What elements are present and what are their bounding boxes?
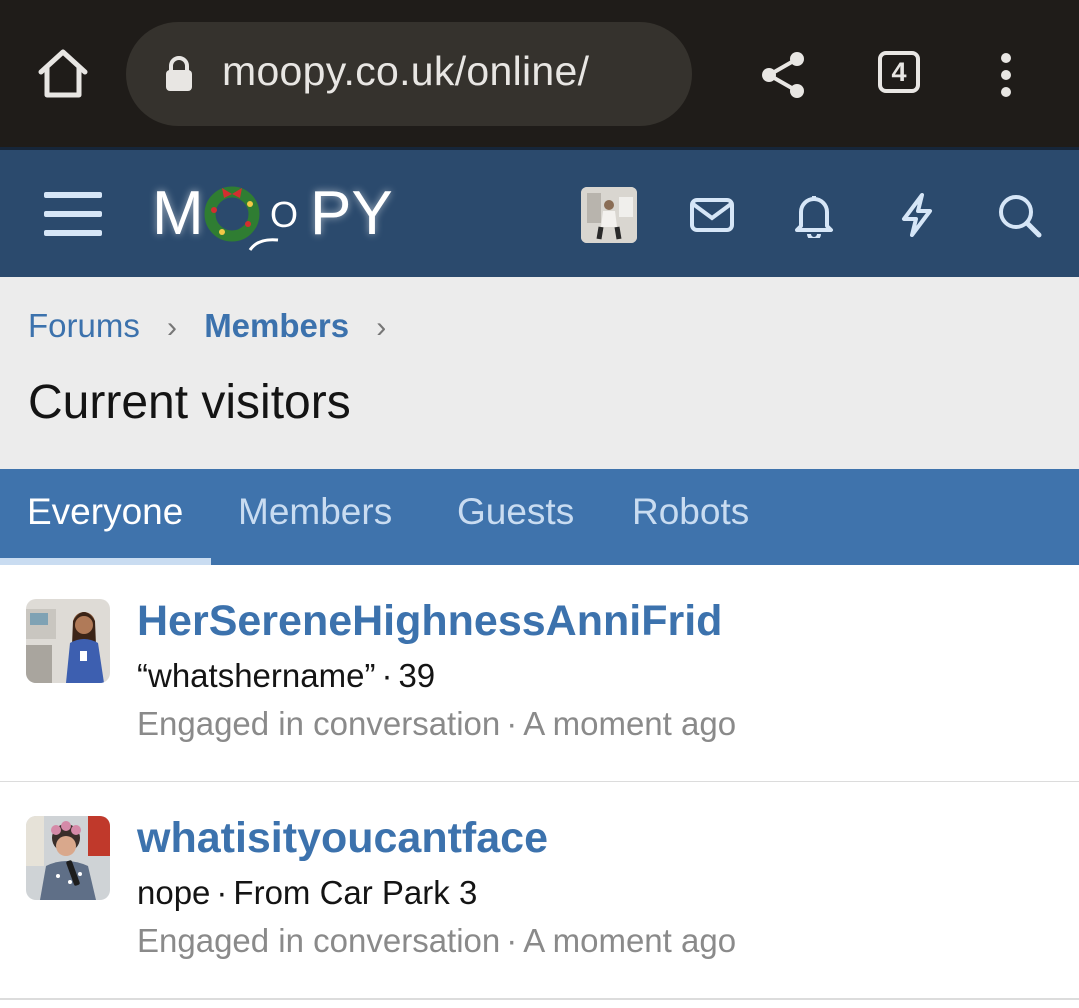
user-avatar[interactable] xyxy=(581,187,637,243)
menu-icon[interactable] xyxy=(44,190,102,238)
user-info: nope · From Car Park 3 xyxy=(137,874,478,911)
avatar-image xyxy=(26,816,110,900)
tab-switcher-button[interactable]: 4 xyxy=(878,51,920,93)
list-item: whatisityoucantface nope · From Car Park 3… xyxy=(0,782,1079,1000)
tab-guests[interactable]: Guests xyxy=(457,491,574,533)
tab-everyone[interactable]: Everyone xyxy=(27,491,183,533)
activity-time: A moment ago xyxy=(523,922,737,959)
chevron-right-icon: › xyxy=(167,311,178,344)
tab-robots[interactable]: Robots xyxy=(632,491,749,533)
browser-toolbar: moopy.co.uk/online/ 4 xyxy=(0,0,1079,147)
filter-tabs: Everyone Members Guests Robots xyxy=(0,469,1079,565)
logo-swoosh xyxy=(248,238,279,251)
user-title: nope xyxy=(137,874,211,911)
page-title: Current visitors xyxy=(28,376,351,429)
avatar-image xyxy=(26,599,110,683)
inbox-icon[interactable] xyxy=(689,192,735,238)
home-icon[interactable] xyxy=(36,48,90,100)
site-logo[interactable]: M O PY xyxy=(152,178,393,251)
lightning-icon[interactable] xyxy=(894,192,940,238)
username-link[interactable]: HerSereneHighnessAnniFrid xyxy=(137,597,722,646)
search-icon[interactable] xyxy=(996,192,1042,238)
user-extra: 39 xyxy=(398,657,436,694)
page-header: Forums › Members › Current visitors xyxy=(0,277,1079,469)
active-tab-indicator xyxy=(0,558,211,565)
avatar[interactable] xyxy=(26,816,110,900)
url-text: moopy.co.uk/online/ xyxy=(222,48,590,94)
activity-text: Engaged in conversation xyxy=(137,922,501,959)
lock-icon xyxy=(166,56,192,91)
activity-text: Engaged in conversation xyxy=(137,705,501,742)
breadcrumb: Forums › Members › xyxy=(28,307,404,345)
tab-members[interactable]: Members xyxy=(238,491,392,533)
avatar[interactable] xyxy=(26,599,110,683)
activity-time: A moment ago xyxy=(523,705,737,742)
chevron-right-icon: › xyxy=(376,311,387,344)
user-extra: From Car Park 3 xyxy=(233,874,478,911)
breadcrumb-members[interactable]: Members xyxy=(204,307,349,344)
bell-icon[interactable] xyxy=(791,192,837,238)
site-header: M O PY xyxy=(0,147,1079,277)
wreath-icon xyxy=(204,186,260,242)
address-bar[interactable]: moopy.co.uk/online/ xyxy=(126,22,692,126)
user-info: “whatshername” · 39 xyxy=(137,657,436,694)
breadcrumb-forums[interactable]: Forums xyxy=(28,307,140,344)
list-item: HerSereneHighnessAnniFrid “whatshername”… xyxy=(0,565,1079,783)
share-icon[interactable] xyxy=(760,50,806,100)
avatar-image xyxy=(581,187,637,243)
username-link[interactable]: whatisityoucantface xyxy=(137,814,548,863)
activity-status: Engaged in conversation · A moment ago xyxy=(137,922,737,959)
user-title: “whatshername” xyxy=(137,657,376,694)
activity-status: Engaged in conversation · A moment ago xyxy=(137,705,737,742)
overflow-menu-icon[interactable] xyxy=(996,52,1016,98)
